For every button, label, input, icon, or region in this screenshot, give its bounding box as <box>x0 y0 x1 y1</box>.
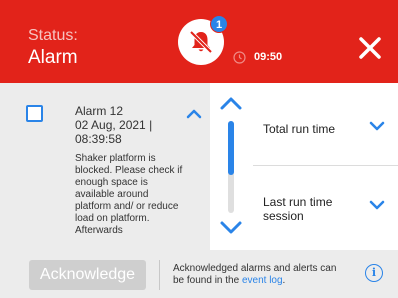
action-footer: Acknowledge Acknowledged alarms and aler… <box>0 250 398 298</box>
alarm-time: 09:50 <box>254 51 283 63</box>
footer-note: Acknowledged alarms and alerts can be fo… <box>173 263 343 287</box>
scroll-up-icon[interactable] <box>219 96 243 111</box>
footer-divider <box>159 260 160 290</box>
scroll-down-icon[interactable] <box>219 220 243 235</box>
status-header: Status: Alarm 1 09:50 <box>0 0 398 83</box>
chevron-down-icon[interactable] <box>369 121 385 131</box>
alarm-date: 02 Aug, 2021 | 08:39:58 <box>75 118 153 146</box>
event-log-link[interactable]: event log <box>242 275 283 286</box>
alarm-scroll-control <box>210 83 253 250</box>
close-button[interactable] <box>357 35 383 61</box>
last-run-time-session-row[interactable]: Last run time session <box>253 166 398 250</box>
muted-bell-icon <box>189 30 213 54</box>
total-run-time-label: Total run time <box>263 122 336 136</box>
close-icon <box>359 37 381 59</box>
last-run-time-session-label: Last run time session <box>263 195 333 223</box>
alarm-title: Alarm 12 <box>75 104 124 118</box>
footer-note-end: . <box>282 275 286 286</box>
status-value: Alarm <box>28 47 78 68</box>
alarm-select-checkbox[interactable] <box>26 105 43 122</box>
alarm-count-badge: 1 <box>210 15 228 33</box>
scrollbar-thumb[interactable] <box>228 121 234 175</box>
scrollbar-track[interactable] <box>228 121 234 213</box>
chevron-down-icon[interactable] <box>369 200 385 210</box>
chevron-up-icon[interactable] <box>186 109 202 119</box>
clock-icon <box>233 51 246 64</box>
alarm-description: Shaker platform is blocked. Please check… <box>75 153 183 236</box>
alarm-detail-panel: Alarm 12 02 Aug, 2021 | 08:39:58 Shaker … <box>0 83 210 250</box>
details-panel: Total run time Last run time session <box>253 83 398 250</box>
total-run-time-row[interactable]: Total run time <box>253 83 398 166</box>
info-icon[interactable]: i <box>365 264 383 282</box>
acknowledge-button[interactable]: Acknowledge <box>29 260 146 290</box>
status-label: Status: <box>28 27 78 44</box>
